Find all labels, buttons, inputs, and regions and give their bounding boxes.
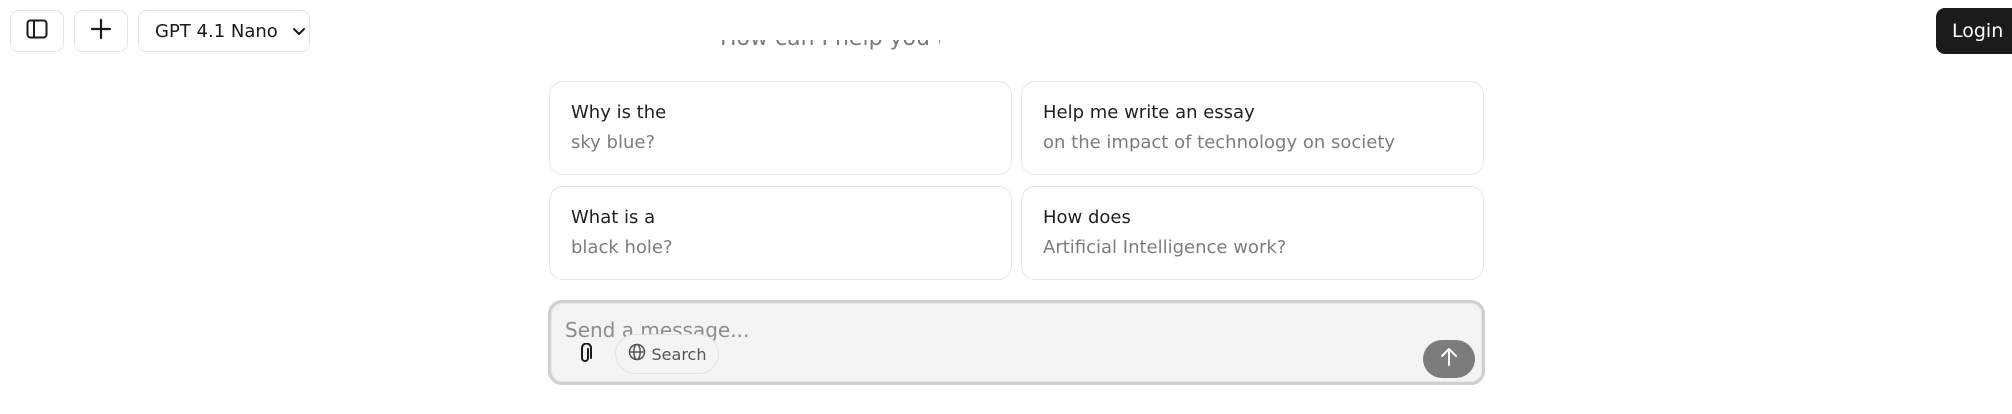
suggestion-title: What is a [571, 207, 656, 228]
chevron-down-icon [292, 22, 306, 41]
suggestion-subtitle: Artificial Intelligence work? [1043, 237, 1287, 258]
search-label: Search [651, 344, 707, 364]
arrow-up-icon [1440, 347, 1458, 371]
message-composer: Search [548, 300, 1485, 385]
suggestion-subtitle: on the impact of technology on society [1043, 132, 1396, 153]
suggestion-title: Help me write an essay [1043, 102, 1255, 123]
top-bar: GPT 4.1 Nano Login [0, 0, 2012, 62]
paperclip-icon [578, 342, 592, 369]
suggestion-title: Why is the [571, 102, 667, 123]
suggestion-subtitle: sky blue? [571, 132, 655, 153]
login-button[interactable]: Login [1936, 8, 2012, 54]
sidebar-toggle-icon [26, 19, 48, 43]
suggestion-subtitle: black hole? [571, 237, 673, 258]
new-chat-button[interactable] [74, 10, 128, 52]
search-toggle-button[interactable]: Search [615, 334, 719, 374]
suggestion-card[interactable]: Help me write an essay on the impact of … [1021, 81, 1484, 175]
globe-icon [628, 343, 646, 365]
model-selector[interactable]: GPT 4.1 Nano [138, 10, 310, 52]
send-button[interactable] [1423, 340, 1475, 378]
attach-button[interactable] [571, 340, 599, 372]
sidebar-toggle-button[interactable] [10, 10, 64, 52]
suggestion-card[interactable]: How does Artificial Intelligence work? [1021, 186, 1484, 280]
suggestion-card[interactable]: What is a black hole? [549, 186, 1012, 280]
suggestion-title: How does [1043, 207, 1131, 228]
plus-icon [90, 18, 112, 44]
model-label: GPT 4.1 Nano [155, 20, 278, 42]
suggestion-card[interactable]: Why is the sky blue? [549, 81, 1012, 175]
partial-heading: How can I help you today? [720, 40, 940, 66]
